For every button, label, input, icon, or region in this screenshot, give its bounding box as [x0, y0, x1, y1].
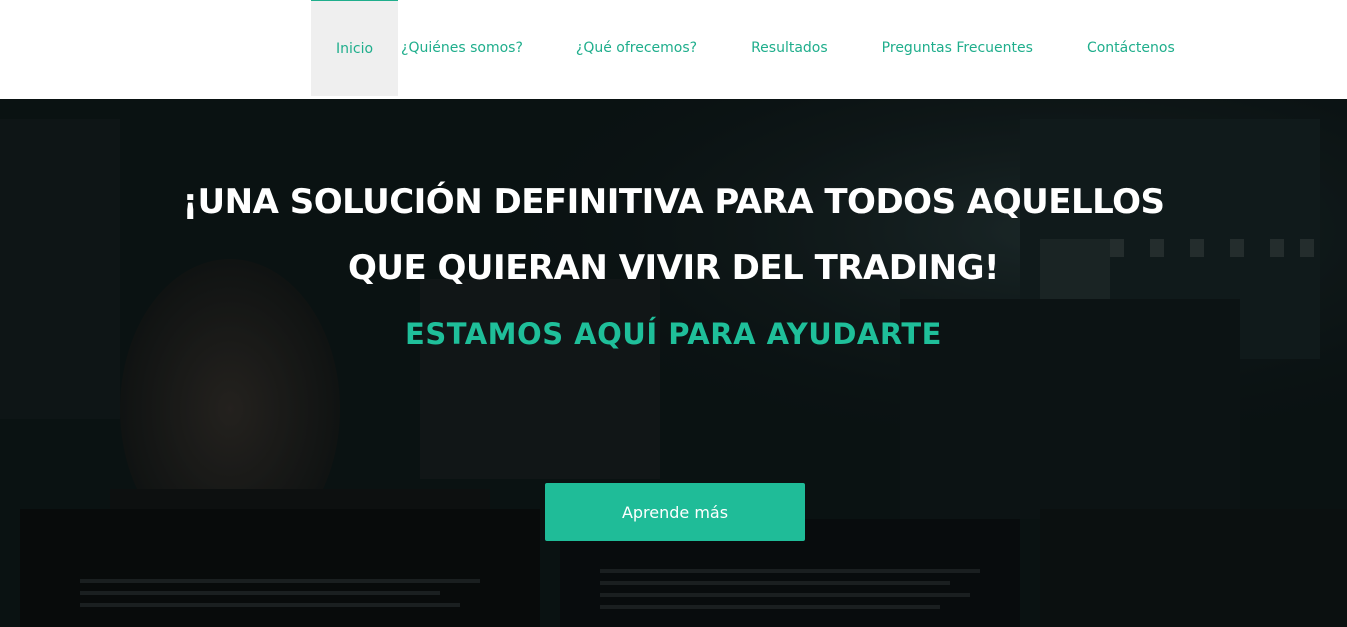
- learn-more-button[interactable]: Aprende más: [545, 483, 805, 541]
- main-nav: Inicio ¿Quiénes somos? ¿Qué ofrecemos? R…: [311, 0, 1175, 96]
- top-navbar: Inicio ¿Quiénes somos? ¿Qué ofrecemos? R…: [0, 0, 1347, 99]
- hero-section: ¡UNA SOLUCIÓN DEFINITIVA PARA TODOS AQUE…: [0, 99, 1347, 627]
- nav-item-quienes-somos[interactable]: ¿Quiénes somos?: [398, 0, 550, 96]
- hero-title-line-2: QUE QUIERAN VIVIR DEL TRADING!: [347, 248, 1000, 288]
- nav-item-contactenos[interactable]: Contáctenos: [1060, 0, 1175, 96]
- nav-item-inicio[interactable]: Inicio: [311, 0, 399, 96]
- nav-item-que-ofrecemos[interactable]: ¿Qué ofrecemos?: [550, 0, 724, 96]
- hero-subtitle: ESTAMOS AQUÍ PARA AYUDARTE: [405, 317, 942, 351]
- hero-title: ¡UNA SOLUCIÓN DEFINITIVA PARA TODOS AQUE…: [0, 169, 1347, 301]
- nav-item-preguntas-frecuentes[interactable]: Preguntas Frecuentes: [855, 0, 1060, 96]
- nav-item-resultados[interactable]: Resultados: [724, 0, 855, 96]
- hero-title-line-1: ¡UNA SOLUCIÓN DEFINITIVA PARA TODOS AQUE…: [182, 182, 1165, 222]
